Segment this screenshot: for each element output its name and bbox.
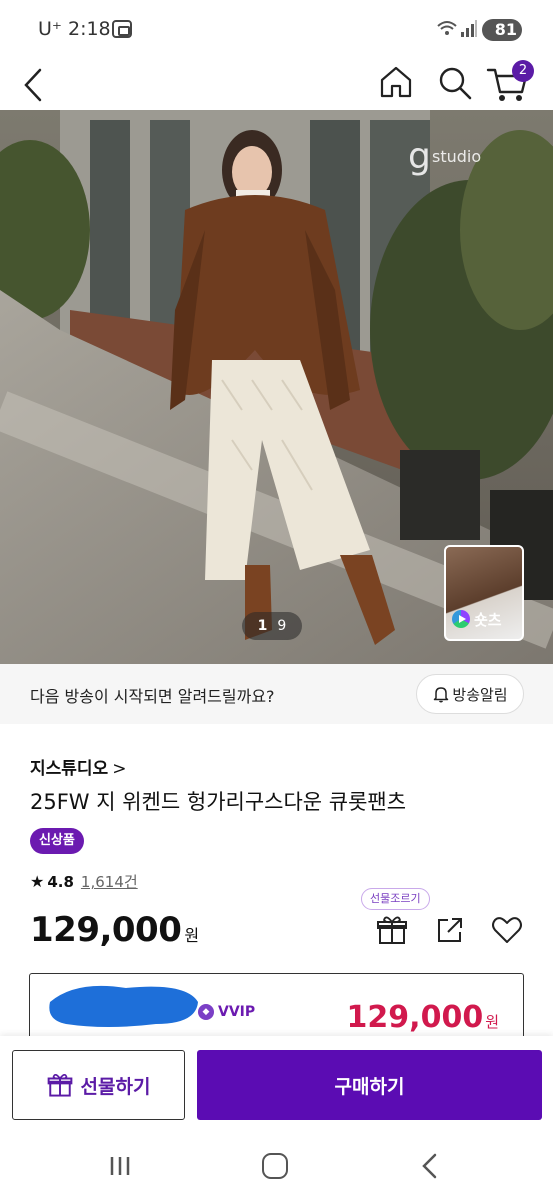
vip-tier-label: VVIP — [218, 1004, 256, 1020]
product-price: 129,000 원 — [30, 910, 199, 950]
brand-link[interactable]: 지스튜디오 > — [30, 754, 126, 779]
search-icon — [439, 67, 472, 100]
broadcast-notify-bar: 다음 방송이 시작되면 알려드릴까요? 방송알림 — [0, 664, 553, 724]
app-header: 2 — [0, 58, 553, 110]
new-product-badge: 신상품 — [30, 828, 84, 854]
share-icon — [438, 918, 462, 942]
heart-icon — [492, 917, 522, 943]
vip-price-value: 129,000 — [346, 1000, 484, 1035]
brand-logo-text: studio — [432, 147, 481, 166]
status-time: U⁺ 2:18 — [38, 18, 111, 40]
chevron-left-icon — [24, 68, 42, 102]
home-icon — [380, 66, 412, 98]
buy-button-label: 구매하기 — [334, 1075, 405, 1098]
rating-score: 4.8 — [47, 872, 74, 891]
wifi-icon — [436, 19, 458, 44]
gift-button-label: 선물하기 — [80, 1075, 151, 1098]
status-bar: U⁺ 2:18 81 — [0, 0, 553, 58]
back-nav-icon[interactable] — [418, 1152, 442, 1180]
broadcast-alert-label: 방송알림 — [452, 685, 508, 704]
shorts-thumbnail[interactable]: 숏츠 — [444, 545, 524, 641]
share-button[interactable] — [434, 914, 466, 946]
price-value: 129,000 — [30, 910, 182, 950]
gift-request-button[interactable] — [376, 914, 408, 946]
page-total: 9 — [277, 618, 287, 634]
signal-icon — [460, 20, 478, 42]
recent-apps-icon[interactable] — [108, 1154, 132, 1178]
purchase-action-bar: 선물하기 구매하기 — [0, 1036, 553, 1132]
image-page-indicator: 1 9 — [242, 612, 302, 640]
broadcast-alert-button[interactable]: 방송알림 — [416, 674, 524, 714]
brand-logo-mark: g — [408, 136, 431, 177]
vip-price-unit: 원 — [485, 1013, 499, 1031]
battery-indicator: 81 — [482, 19, 522, 41]
vip-price: 129,000 원 — [347, 1000, 499, 1035]
screen-capture-icon — [112, 20, 132, 38]
system-nav-bar — [0, 1132, 553, 1200]
star-icon: ★ — [30, 872, 45, 891]
gift-request-tooltip: 선물조르기 — [361, 888, 430, 910]
wishlist-button[interactable] — [490, 914, 524, 946]
gift-icon — [377, 916, 407, 944]
bell-icon — [434, 687, 449, 703]
play-icon — [452, 610, 470, 628]
home-button[interactable] — [378, 62, 414, 102]
shorts-label: 숏츠 — [474, 610, 502, 629]
product-rating: ★ 4.8 1,614건 — [30, 871, 138, 892]
cart-count-badge: 2 — [512, 60, 534, 82]
redaction-scribble — [49, 985, 198, 1027]
search-button[interactable] — [436, 62, 474, 102]
gift-icon — [47, 1074, 72, 1097]
review-count-link[interactable]: 1,614건 — [81, 871, 138, 892]
shorts-badge: 숏츠 — [452, 607, 518, 631]
home-nav-icon[interactable] — [262, 1153, 288, 1179]
vip-tier-tag: ◆ VVIP — [198, 1004, 255, 1020]
gift-button[interactable]: 선물하기 — [12, 1050, 185, 1120]
buy-button[interactable]: 구매하기 — [197, 1050, 542, 1120]
notify-message: 다음 방송이 시작되면 알려드릴까요? — [30, 687, 275, 706]
vip-icon: ◆ — [198, 1004, 214, 1020]
back-button[interactable] — [18, 64, 50, 104]
price-unit: 원 — [184, 926, 200, 945]
chevron-right-icon: > — [112, 759, 127, 779]
page-current: 1 — [257, 618, 268, 634]
product-title: 25FW 지 위켄드 헝가리구스다운 큐롯팬츠 — [30, 790, 407, 814]
brand-name: 지스튜디오 — [30, 759, 109, 779]
